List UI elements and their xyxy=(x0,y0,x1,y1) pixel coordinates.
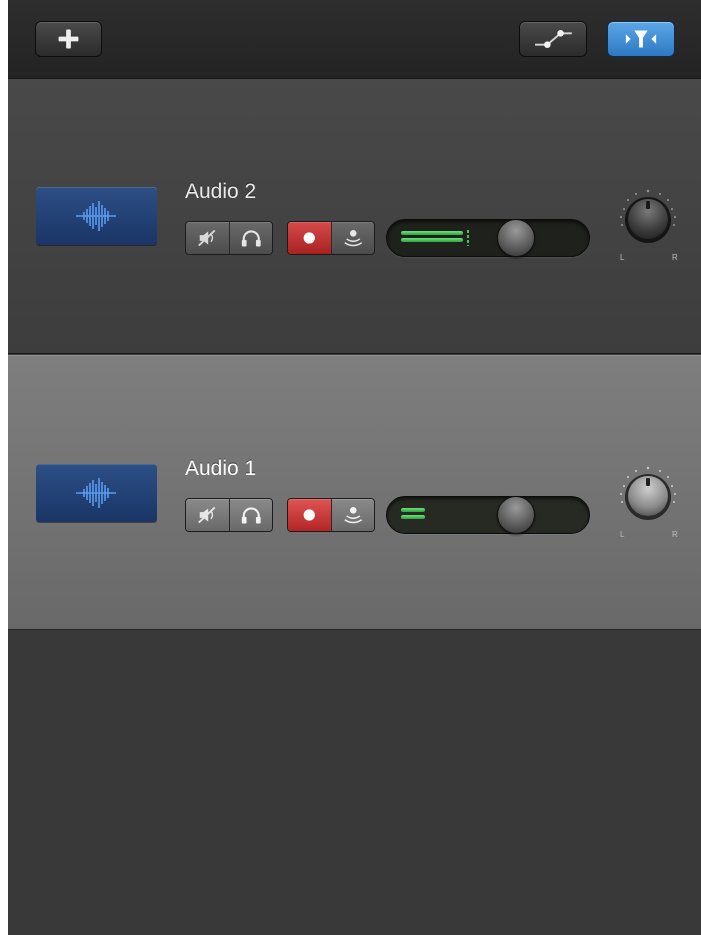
volume-slider[interactable] xyxy=(386,496,590,534)
waveform-icon xyxy=(76,201,116,231)
input-monitor-icon xyxy=(343,230,362,247)
pan-knob[interactable]: L R xyxy=(608,181,688,262)
pan-right-label: R xyxy=(672,530,678,539)
track-instrument-thumbnail[interactable] xyxy=(36,464,157,522)
mute-button[interactable] xyxy=(186,499,229,531)
pan-left-label: L xyxy=(620,253,625,262)
level-peak-marker xyxy=(467,230,469,246)
empty-track-area[interactable] xyxy=(8,631,701,935)
toolbar xyxy=(8,0,701,79)
record-icon xyxy=(303,509,315,521)
volume-slider-thumb[interactable] xyxy=(497,219,535,257)
solo-button[interactable] xyxy=(228,499,272,531)
record-enable-button[interactable] xyxy=(288,499,331,531)
level-meter-right xyxy=(401,238,463,242)
level-meter-left xyxy=(401,508,425,512)
track-name: Audio 2 xyxy=(185,180,257,203)
track-row-audio-1[interactable]: Audio 1 L R xyxy=(8,355,701,630)
record-monitor-group xyxy=(287,221,375,255)
funnel-filter-icon xyxy=(625,30,657,48)
track-name: Audio 1 xyxy=(185,457,257,480)
solo-button[interactable] xyxy=(228,222,272,254)
automation-button[interactable] xyxy=(519,21,587,57)
plus-icon xyxy=(58,29,79,49)
mute-solo-group xyxy=(185,221,273,255)
volume-slider-thumb[interactable] xyxy=(497,496,535,534)
automation-curve-icon xyxy=(535,30,572,48)
input-monitor-icon xyxy=(343,507,362,524)
track-instrument-thumbnail[interactable] xyxy=(36,187,157,245)
pan-right-label: R xyxy=(672,253,678,262)
record-enable-button[interactable] xyxy=(288,222,331,254)
pan-knob-graphic xyxy=(620,189,676,243)
garageband-tracks-view: Audio 2 L R Audio 1 L R xyxy=(8,0,701,935)
level-meter xyxy=(401,507,471,523)
level-meter xyxy=(401,230,471,246)
pan-left-label: L xyxy=(620,530,625,539)
pan-knob[interactable]: L R xyxy=(608,458,688,539)
speaker-mute-icon xyxy=(198,229,216,247)
record-icon xyxy=(303,232,315,244)
volume-slider[interactable] xyxy=(386,219,590,257)
record-monitor-group xyxy=(287,498,375,532)
track-row-audio-2[interactable]: Audio 2 L R xyxy=(8,79,701,354)
mute-solo-group xyxy=(185,498,273,532)
input-monitor-button[interactable] xyxy=(330,222,374,254)
level-meter-right xyxy=(401,515,425,519)
level-meter-left xyxy=(401,231,463,235)
mute-button[interactable] xyxy=(186,222,229,254)
track-controls-button[interactable] xyxy=(607,21,675,57)
input-monitor-button[interactable] xyxy=(330,499,374,531)
speaker-mute-icon xyxy=(198,506,216,524)
add-track-button[interactable] xyxy=(35,21,102,57)
pan-knob-graphic xyxy=(620,466,676,520)
headphones-icon xyxy=(241,230,261,247)
headphones-icon xyxy=(241,507,261,524)
waveform-icon xyxy=(76,478,116,508)
